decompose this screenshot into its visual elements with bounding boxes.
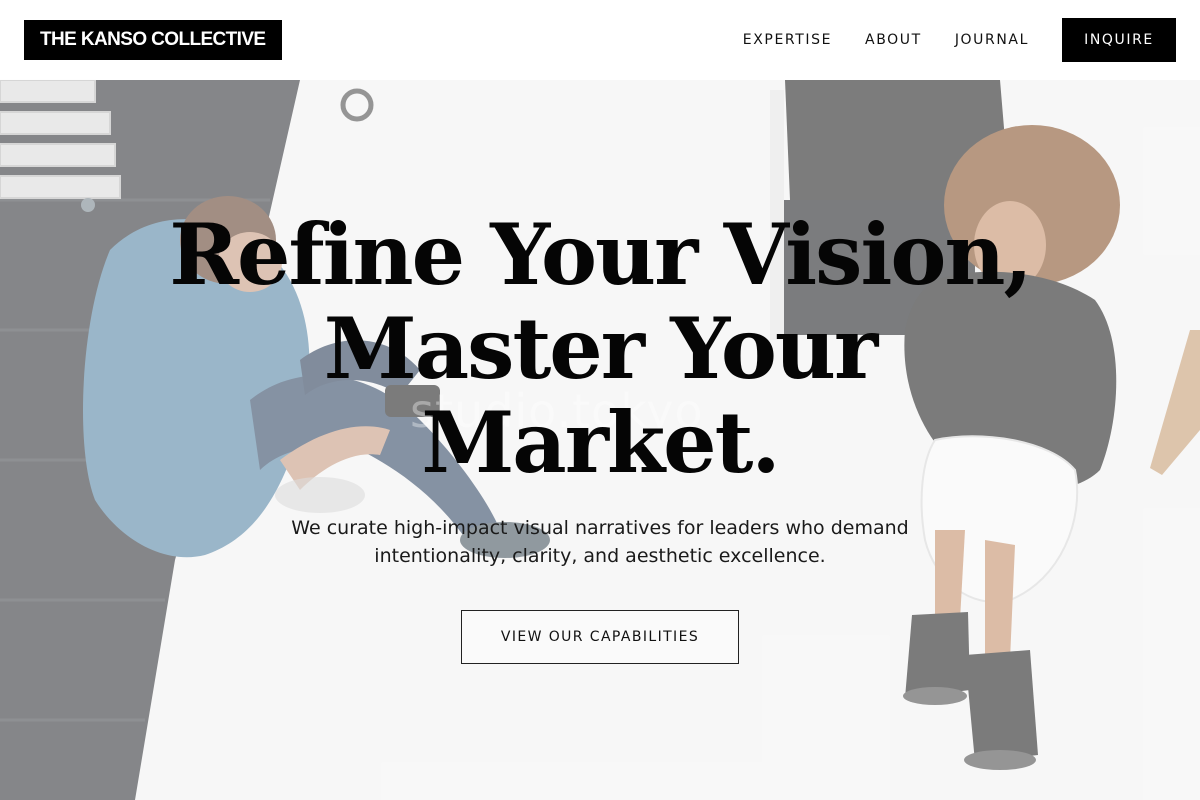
nav-link-expertise[interactable]: EXPERTISE [743, 32, 832, 48]
inquire-button[interactable]: INQUIRE [1062, 18, 1176, 62]
logo[interactable]: THE KANSO COLLECTIVE [24, 20, 282, 60]
nav-link-about[interactable]: ABOUT [865, 32, 922, 48]
hero-title-line-1: Refine Your Vision, [169, 205, 1032, 304]
hero-title-line-3: Market. [421, 393, 780, 492]
view-capabilities-button[interactable]: VIEW OUR CAPABILITIES [461, 610, 739, 664]
hero-section: Refine Your Vision, Master Your Market. … [0, 208, 1200, 664]
hero-title: Refine Your Vision, Master Your Market. [150, 208, 1050, 490]
nav-link-journal[interactable]: JOURNAL [955, 32, 1029, 48]
site-header: THE KANSO COLLECTIVE EXPERTISE ABOUT JOU… [0, 0, 1200, 80]
main-nav: EXPERTISE ABOUT JOURNAL [743, 32, 1029, 48]
hero-title-line-2: Master Your [323, 299, 878, 398]
hero-subtitle: We curate high-impact visual narratives … [291, 517, 909, 567]
